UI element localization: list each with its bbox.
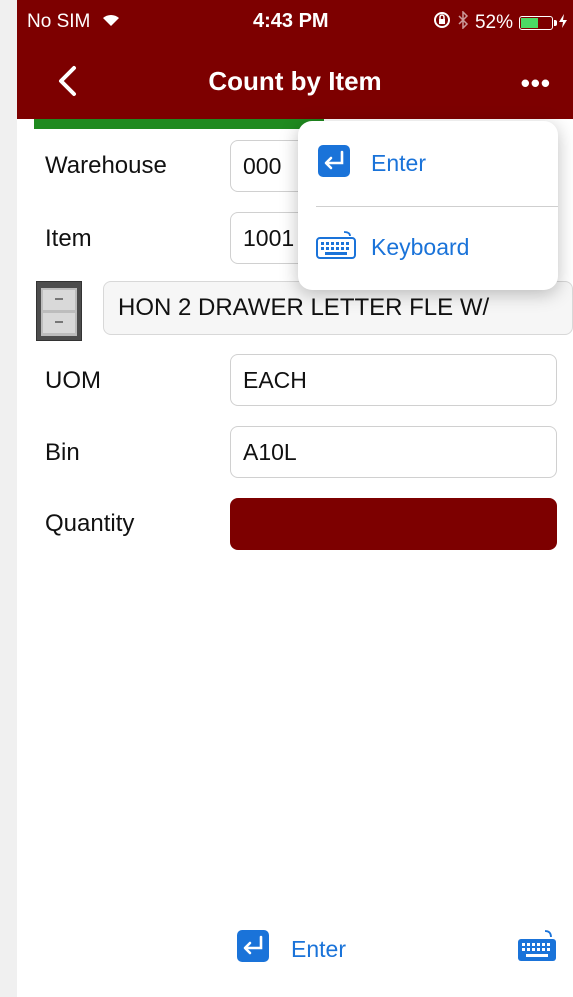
- popover-item-enter[interactable]: Enter: [298, 121, 558, 205]
- warehouse-label: Warehouse: [45, 152, 167, 179]
- enter-icon: [316, 143, 352, 184]
- popover-item-keyboard[interactable]: Keyboard: [298, 205, 558, 289]
- uom-value: EACH: [243, 366, 307, 393]
- battery-percent: 52%: [474, 12, 513, 33]
- warehouse-value: 000: [243, 152, 282, 179]
- actions-popover: Enter Keyboard: [298, 121, 558, 290]
- item-value: 1001: [243, 224, 295, 251]
- quantity-label: Quantity: [45, 510, 135, 537]
- battery-icon: [519, 16, 557, 30]
- status-strip: [34, 119, 324, 129]
- item-thumbnail: [36, 281, 82, 341]
- bin-field[interactable]: A10L: [230, 426, 557, 478]
- uom-field[interactable]: EACH: [230, 354, 557, 406]
- popover-item-label: Keyboard: [371, 233, 470, 260]
- more-button[interactable]: •••: [521, 68, 551, 99]
- popover-item-label: Enter: [371, 149, 426, 176]
- status-right: 52%: [433, 10, 567, 35]
- quantity-field[interactable]: [230, 498, 557, 550]
- keyboard-icon: [316, 230, 356, 265]
- app-screen: No SIM 4:43 PM 52% Count by Item ••• War…: [17, 0, 573, 997]
- bottom-enter-label: Enter: [291, 935, 346, 962]
- enter-icon: [235, 928, 271, 970]
- bin-value: A10L: [243, 438, 297, 465]
- page-title: Count by Item: [208, 66, 382, 96]
- status-time: 4:43 PM: [253, 10, 329, 32]
- item-description-text: HON 2 DRAWER LETTER FLE W/: [118, 294, 490, 321]
- bin-label: Bin: [45, 439, 80, 466]
- top-bar: No SIM 4:43 PM 52% Count by Item •••: [17, 0, 573, 119]
- carrier-label: No SIM: [27, 11, 91, 32]
- uom-label: UOM: [45, 367, 101, 394]
- wifi-icon: [102, 11, 120, 32]
- bottom-enter-button[interactable]: Enter: [235, 928, 346, 970]
- charging-icon: [559, 12, 567, 34]
- item-label: Item: [45, 225, 92, 252]
- bluetooth-icon: [457, 10, 469, 35]
- rotation-lock-icon: [433, 11, 451, 35]
- keyboard-icon: [517, 930, 557, 967]
- bottom-keyboard-button[interactable]: [517, 929, 557, 968]
- status-carrier: No SIM: [27, 11, 120, 33]
